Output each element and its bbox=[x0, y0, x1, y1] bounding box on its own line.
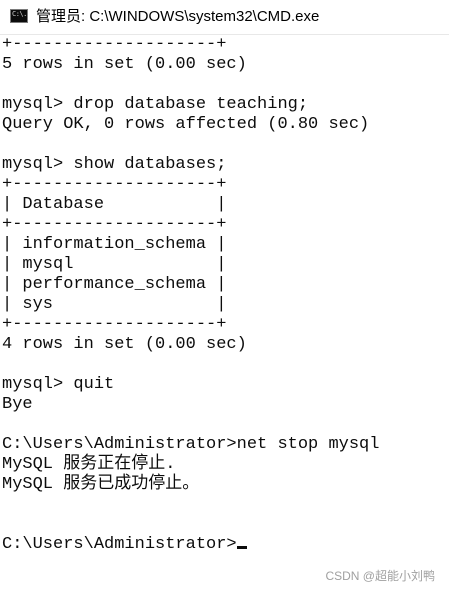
table-row: | sys | bbox=[2, 295, 227, 314]
title-bar[interactable]: C:\. 管理员: C:\WINDOWS\system32\CMD.exe bbox=[0, 0, 449, 35]
table-border-line: +--------------------+ bbox=[2, 215, 227, 234]
console-line: MySQL 服务已成功停止。 bbox=[2, 475, 200, 494]
table-border-line: +--------------------+ bbox=[2, 175, 227, 194]
command-prompt: C:\Users\Administrator> bbox=[2, 535, 237, 554]
console-line: 4 rows in set (0.00 sec) bbox=[2, 335, 247, 354]
text-cursor bbox=[236, 546, 247, 549]
console-line: 5 rows in set (0.00 sec) bbox=[2, 55, 247, 74]
table-border-line: +--------------------+ bbox=[2, 315, 227, 334]
command-prompt-icon: C:\. bbox=[10, 9, 28, 23]
command-prompt-icon-label: C:\. bbox=[12, 10, 27, 18]
console-line: +--------------------+ bbox=[2, 35, 227, 54]
table-row: | performance_schema | bbox=[2, 275, 227, 294]
console-line: Bye bbox=[2, 395, 33, 414]
console-line: mysql> show databases; bbox=[2, 155, 227, 174]
console-line: C:\Users\Administrator>net stop mysql bbox=[2, 435, 380, 454]
cmd-window: C:\. 管理员: C:\WINDOWS\system32\CMD.exe +-… bbox=[0, 0, 449, 592]
table-row: | mysql | bbox=[2, 255, 227, 274]
window-title: 管理员: C:\WINDOWS\system32\CMD.exe bbox=[36, 8, 320, 25]
watermark: CSDN @超能小刘鸭 bbox=[325, 569, 435, 583]
command-prompt-line[interactable]: C:\Users\Administrator> bbox=[2, 535, 247, 555]
console-line: mysql> drop database teaching; bbox=[2, 95, 309, 114]
table-row: | information_schema | bbox=[2, 235, 227, 254]
console-line: Query OK, 0 rows affected (0.80 sec) bbox=[2, 115, 370, 134]
console-output[interactable]: +--------------------+ 5 rows in set (0.… bbox=[0, 35, 449, 592]
table-header-row: | Database | bbox=[2, 195, 227, 214]
console-line: mysql> quit bbox=[2, 375, 115, 394]
console-line: MySQL 服务正在停止. bbox=[2, 455, 176, 474]
